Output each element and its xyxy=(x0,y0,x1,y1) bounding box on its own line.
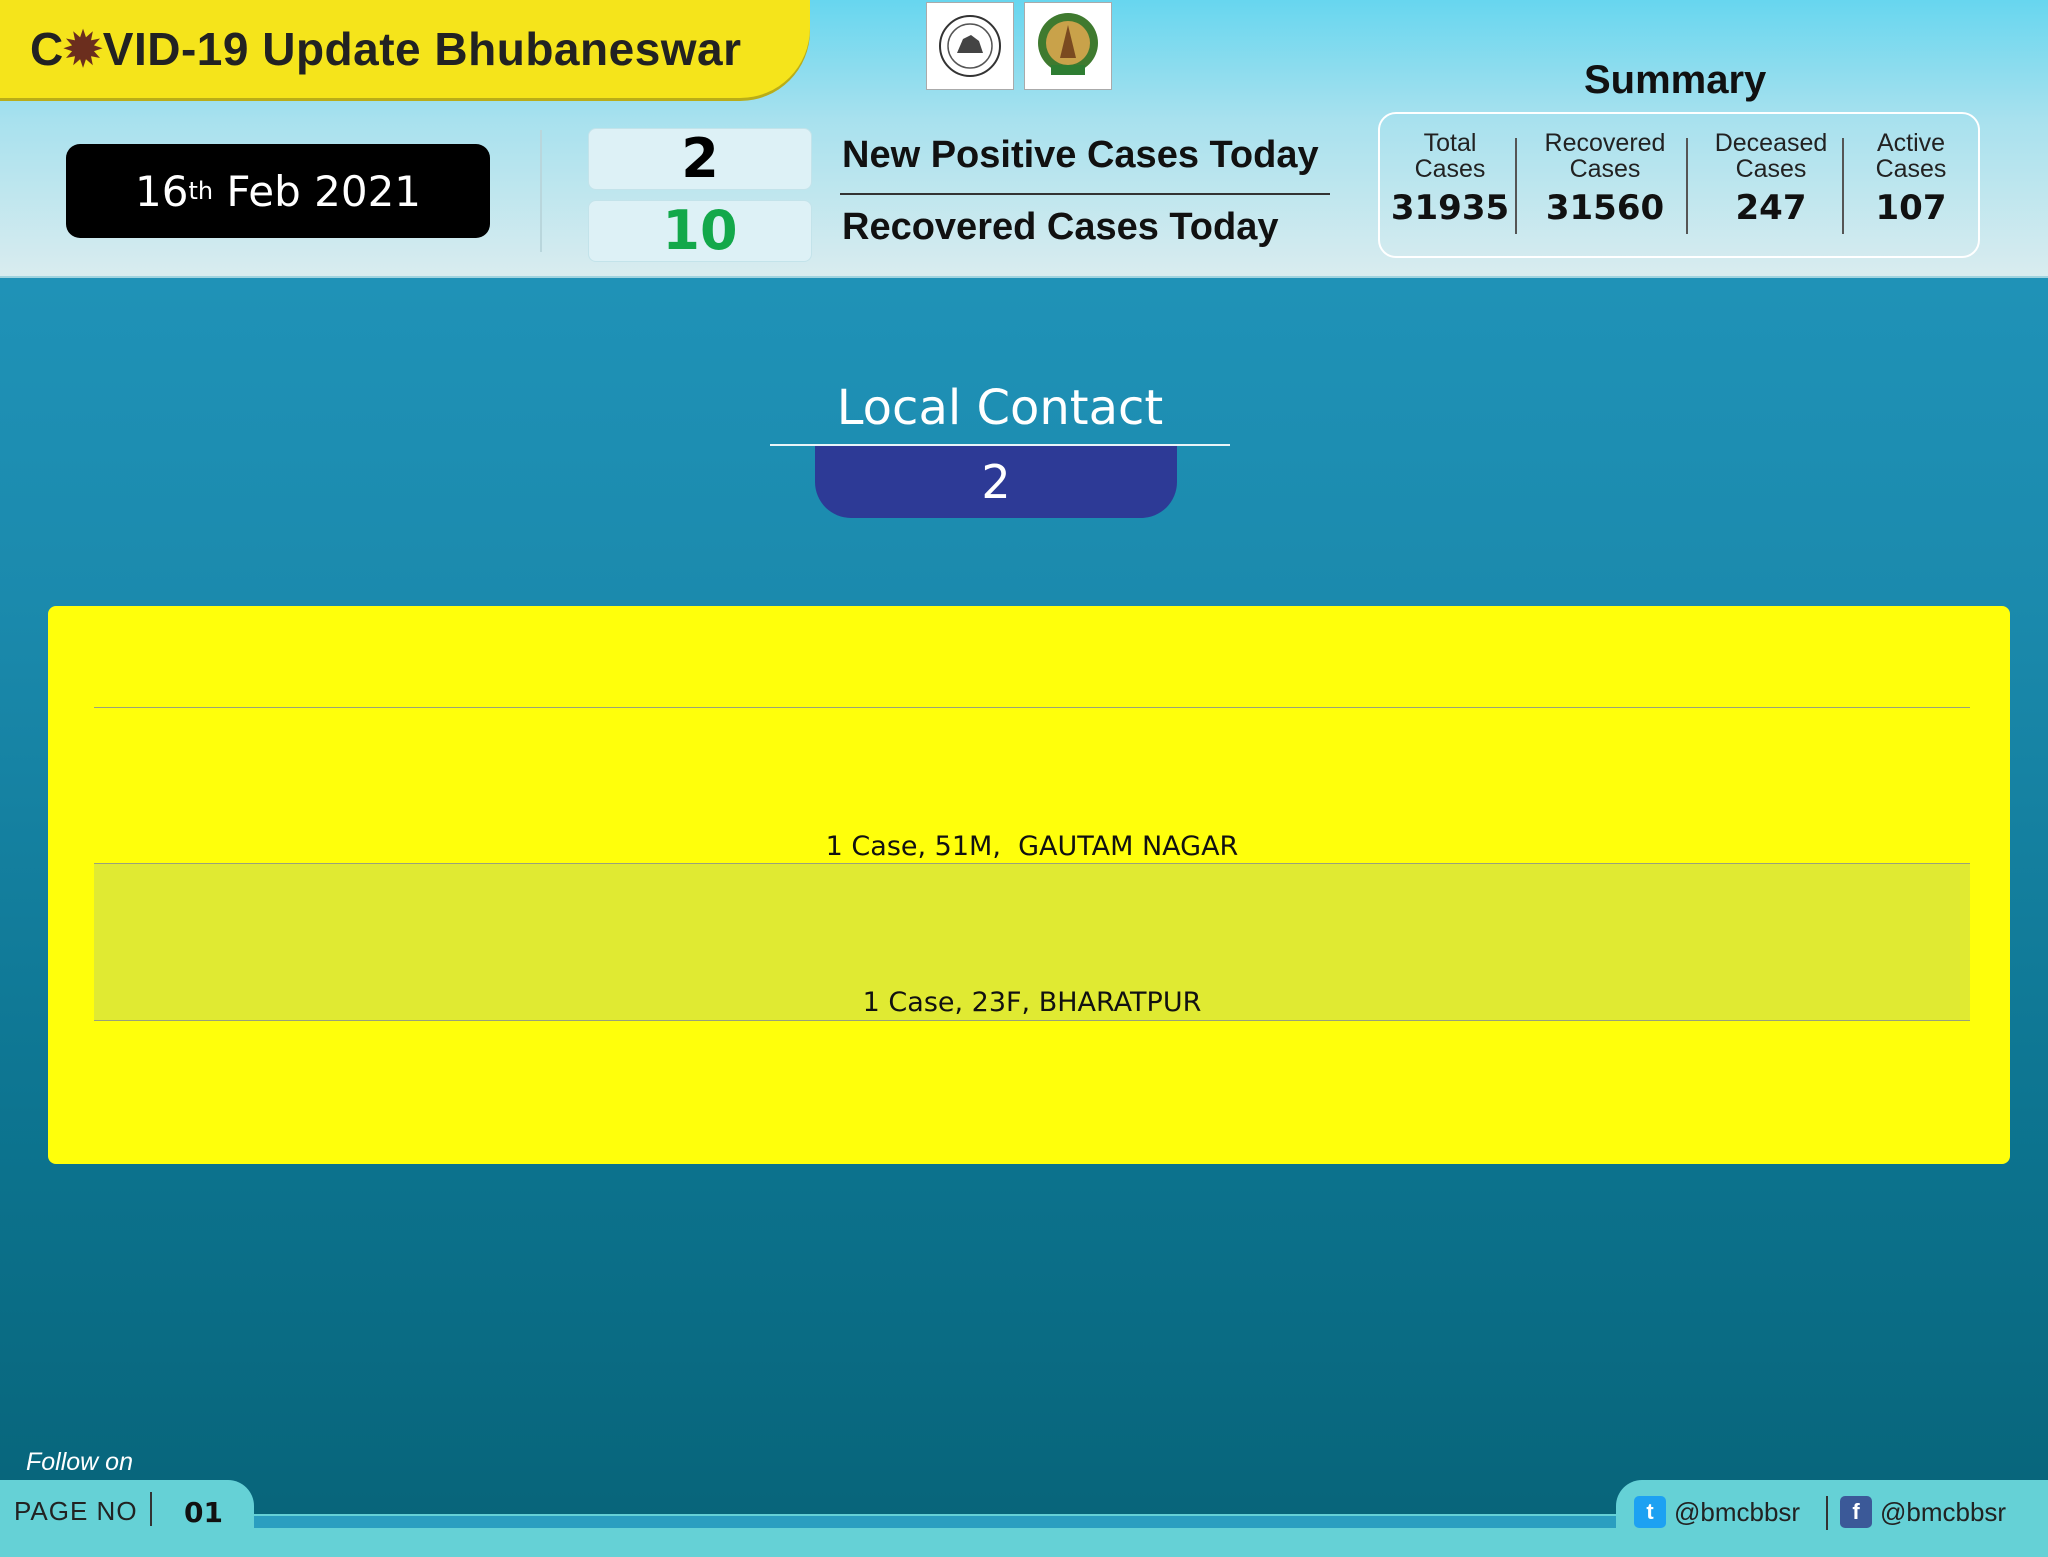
facebook-link[interactable]: f @bmcbbsr xyxy=(1840,1496,2006,1528)
row-divider xyxy=(94,1020,1970,1021)
recovered-today-label: Recovered Cases Today xyxy=(842,206,1279,248)
summary-box: Total Cases 31935 Recovered Cases 31560 … xyxy=(1378,112,1980,258)
odisha-emblem-logo xyxy=(926,2,1014,90)
page-label: PAGE NO xyxy=(14,1496,138,1526)
follow-on-label: Follow on xyxy=(26,1448,133,1476)
summary-recovered: Recovered Cases 31560 xyxy=(1544,129,1666,228)
case-row: 1 Case, 51M, GAUTAM NAGAR xyxy=(825,831,1239,862)
stat-divider xyxy=(840,193,1330,195)
case-row: 1 Case, 23F, BHARATPUR xyxy=(94,864,1970,1020)
page-title: C✹VID-19 Update Bhubaneswar xyxy=(30,23,742,75)
twitter-link[interactable]: t @bmcbbsr xyxy=(1634,1496,1800,1528)
facebook-icon: f xyxy=(1840,1496,1872,1528)
summary-deceased: Deceased Cases 247 xyxy=(1714,129,1828,228)
virus-icon: ✹ xyxy=(63,23,103,75)
summary-title: Summary xyxy=(1584,58,1767,102)
bmc-logo xyxy=(1024,2,1112,90)
footer-strip xyxy=(250,1516,1620,1528)
title-banner: C✹VID-19 Update Bhubaneswar xyxy=(0,0,810,98)
summary-total: Total Cases 31935 xyxy=(1390,129,1510,228)
header-divider xyxy=(540,130,542,252)
social-separator xyxy=(1826,1496,1828,1530)
cases-panel: 1 Case, 51M, GAUTAM NAGAR 1 Case, 23F, B… xyxy=(48,606,2010,1164)
recovered-today-count: 10 xyxy=(588,200,812,262)
page-separator xyxy=(150,1492,152,1526)
summary-active: Active Cases 107 xyxy=(1875,129,1947,228)
report-date: 16th Feb 2021 xyxy=(66,144,490,238)
new-positive-count: 2 xyxy=(588,128,812,190)
page-number: 01 xyxy=(184,1496,223,1529)
new-positive-label: New Positive Cases Today xyxy=(842,134,1319,176)
twitter-icon: t xyxy=(1634,1496,1666,1528)
header-band: C✹VID-19 Update Bhubaneswar 16th Feb 202… xyxy=(0,0,2048,278)
local-contact-count: 2 xyxy=(815,446,1177,518)
